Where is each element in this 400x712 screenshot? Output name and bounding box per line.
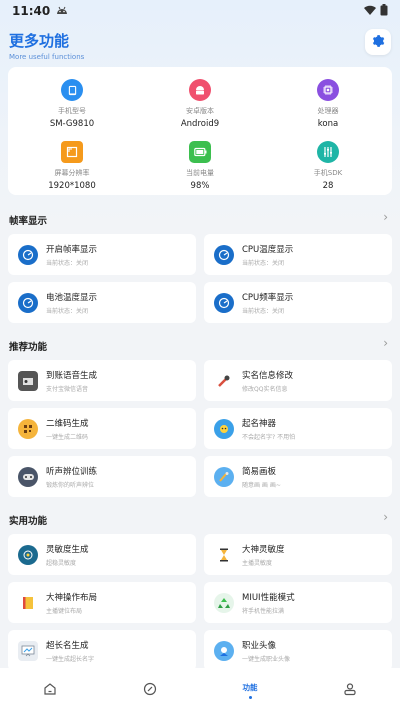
active-indicator-dot xyxy=(248,695,252,699)
recommended-more-chevron-icon[interactable]: › xyxy=(383,336,388,350)
section-title-practical: 实用功能 xyxy=(9,516,48,527)
gear-icon xyxy=(371,33,385,52)
card-qrcode[interactable]: 二维码生成 一键生成二维码 xyxy=(8,408,196,449)
section-title-fps: 帧率显示 xyxy=(9,216,48,227)
user-icon xyxy=(343,681,357,700)
qrcode-icon xyxy=(18,418,38,439)
avatar-brush-icon xyxy=(214,640,234,661)
status-time: 11:40 xyxy=(12,4,51,18)
card-long-name[interactable]: 超长名生成 一键生成超长名字 xyxy=(8,630,196,671)
chart-board-icon xyxy=(18,640,38,661)
settings-button[interactable] xyxy=(365,29,391,55)
practical-more-chevron-icon[interactable]: › xyxy=(383,510,388,524)
card-cpu-temp[interactable]: CPU温度显示 当前状态：关闭 xyxy=(204,234,392,275)
bottom-nav: 功能 xyxy=(0,668,400,712)
device-info-card: 手机型号 SM-G9810 安卓版本 Android9 处理器 kona 屏幕分… xyxy=(8,67,392,195)
card-pro-layout[interactable]: 大神操作布局 主播键位布局 xyxy=(8,582,196,623)
card-sound-training[interactable]: 听声辨位训练 锻炼你的听声辨位 xyxy=(8,456,196,497)
page-title: 更多功能 xyxy=(9,32,70,50)
nav-functions-label: 功能 xyxy=(242,682,258,692)
gamepad-icon xyxy=(18,466,38,487)
hourglass-icon xyxy=(214,544,234,565)
status-bar: 11:40 xyxy=(0,0,400,22)
page-header: 更多功能 More useful functions xyxy=(9,30,84,61)
card-sketchpad[interactable]: 简易画板 随意画 画 画~ xyxy=(204,456,392,497)
info-android-version: 安卓版本 Android9 xyxy=(136,79,264,129)
gauge-icon xyxy=(18,292,38,313)
notebook-icon xyxy=(18,592,38,613)
info-battery: 当前电量 98% xyxy=(136,141,264,191)
card-cpu-freq[interactable]: CPU频率显示 当前状态：关闭 xyxy=(204,282,392,323)
battery-icon xyxy=(189,141,211,163)
cpu-icon xyxy=(317,79,339,101)
paint-brush-icon xyxy=(214,466,234,487)
info-sdk: 手机SDK 28 xyxy=(264,141,392,191)
info-phone-model: 手机型号 SM-G9810 xyxy=(8,79,136,129)
wrench-icon xyxy=(214,370,234,391)
nav-functions[interactable]: 功能 xyxy=(200,668,300,712)
card-pro-sensitivity[interactable]: 大神灵敏度 主播灵敏度 xyxy=(204,534,392,575)
section-title-recommended: 推荐功能 xyxy=(9,342,48,353)
card-fps-display[interactable]: 开启帧率显示 当前状态：关闭 xyxy=(8,234,196,275)
gauge-icon xyxy=(18,244,38,265)
target-icon xyxy=(18,544,38,565)
card-job-avatar[interactable]: 职业头像 一键生成职业头像 xyxy=(204,630,392,671)
phone-icon xyxy=(61,79,83,101)
home-icon xyxy=(43,681,57,700)
gauge-icon xyxy=(214,292,234,313)
nav-profile[interactable] xyxy=(300,668,400,712)
gauge-icon xyxy=(214,244,234,265)
mascot-icon xyxy=(214,418,234,439)
wifi-icon xyxy=(364,4,376,18)
fps-more-chevron-icon[interactable]: › xyxy=(383,210,388,224)
card-miui-performance[interactable]: MIUI性能模式 将手机性能拉满 xyxy=(204,582,392,623)
battery-status-icon xyxy=(380,3,388,19)
equalizer-icon xyxy=(317,141,339,163)
android-icon xyxy=(189,79,211,101)
screen-icon xyxy=(61,141,83,163)
card-voice-payment[interactable]: 到账语音生成 支付宝微信语音 xyxy=(8,360,196,401)
card-battery-temp[interactable]: 电池温度显示 当前状态：关闭 xyxy=(8,282,196,323)
page-subtitle: More useful functions xyxy=(9,53,85,61)
card-realname-edit[interactable]: 实名信息修改 修改QQ实名信息 xyxy=(204,360,392,401)
card-sensitivity[interactable]: 灵敏度生成 超稳灵敏度 xyxy=(8,534,196,575)
speaker-icon xyxy=(18,370,38,391)
recycle-icon xyxy=(214,592,234,613)
compass-icon xyxy=(143,681,157,700)
android-notification-icon xyxy=(56,4,68,18)
info-resolution: 屏幕分辨率 1920*1080 xyxy=(8,141,136,191)
info-processor: 处理器 kona xyxy=(264,79,392,129)
card-naming[interactable]: 起名神器 不会起名字? 不用怕 xyxy=(204,408,392,449)
nav-home[interactable] xyxy=(0,668,100,712)
nav-discover[interactable] xyxy=(100,668,200,712)
